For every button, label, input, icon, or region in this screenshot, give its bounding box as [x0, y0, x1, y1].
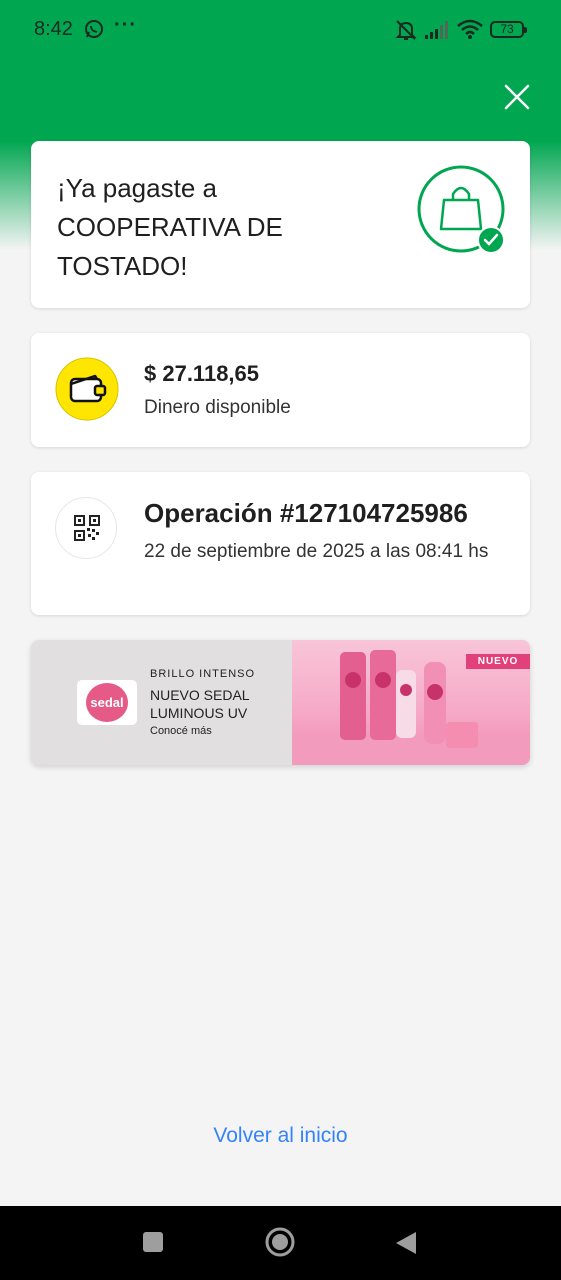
status-time: 8:42: [34, 18, 73, 40]
back-icon[interactable]: [394, 1230, 418, 1256]
operation-date: 22 de septiembre de 2025 a las 08:41 hs: [144, 541, 489, 562]
system-navigation-bar: [0, 1206, 561, 1280]
product-image: NUEVO: [292, 640, 530, 765]
balance-card[interactable]: $ 27.118,65 Dinero disponible: [31, 333, 530, 447]
payment-success-card: ¡Ya pagaste a COOPERATIVA DE TOSTADO!: [31, 141, 530, 308]
home-icon[interactable]: [265, 1227, 295, 1257]
sedal-logo-mark: sedal: [86, 683, 128, 722]
sedal-logo: sedal: [77, 680, 137, 725]
close-icon[interactable]: [504, 84, 530, 110]
back-to-home-label[interactable]: Volver al inicio: [213, 1124, 347, 1147]
operation-number: Operación #127104725986: [144, 498, 468, 528]
whatsapp-icon: [85, 20, 103, 38]
status-bar: 8:42 ··· 73: [0, 0, 561, 60]
wallet-icon: [55, 357, 119, 421]
more-notifications-icon: ···: [114, 14, 137, 36]
banner-title: NUEVO SEDAL LUMINOUS UV: [150, 687, 250, 721]
wifi-icon: [457, 19, 483, 39]
shopping-bag-check-icon: [417, 165, 505, 254]
banner-cta-link[interactable]: Conocé más: [150, 725, 212, 737]
balance-amount: $ 27.118,65: [144, 361, 260, 386]
back-to-home-link[interactable]: Volver al inicio: [0, 1124, 561, 1148]
operation-card[interactable]: Operación #127104725986 22 de septiembre…: [31, 472, 530, 615]
qr-code-icon: [74, 515, 100, 541]
banner-kicker: BRILLO INTENSO: [150, 668, 256, 680]
battery-icon: 73: [490, 21, 527, 38]
success-title: ¡Ya pagaste a COOPERATIVA DE TOSTADO!: [57, 173, 283, 281]
signal-icon: [425, 21, 448, 39]
recent-apps-icon[interactable]: [143, 1232, 163, 1252]
balance-label: Dinero disponible: [144, 397, 291, 418]
new-badge: NUEVO: [466, 654, 530, 669]
mute-bell-icon: [395, 20, 417, 40]
ad-banner[interactable]: sedal BRILLO INTENSO NUEVO SEDAL LUMINOU…: [31, 640, 530, 765]
qr-badge: [55, 497, 117, 559]
